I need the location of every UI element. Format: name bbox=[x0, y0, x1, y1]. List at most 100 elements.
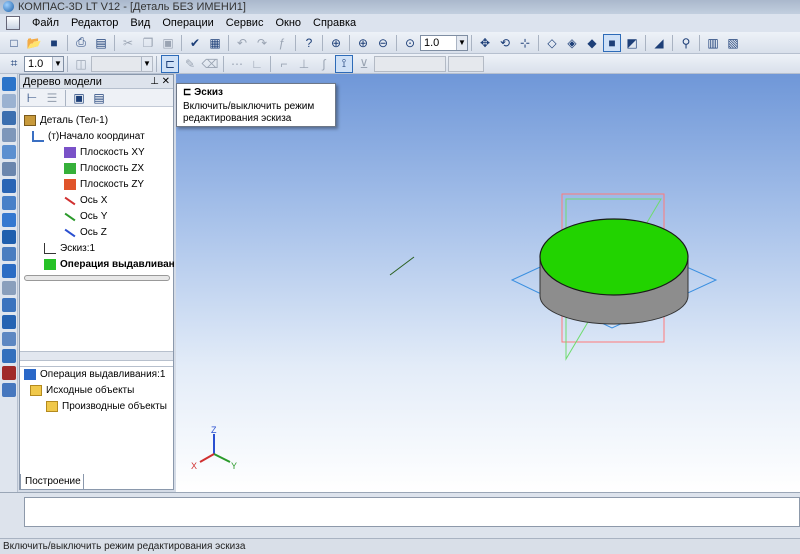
tree-node-axis-z[interactable]: Ось Z bbox=[64, 225, 107, 240]
relations-node-operation[interactable]: Операция выдавливания:1 bbox=[24, 367, 165, 382]
zoom-combo[interactable]: 1.0 ▼ bbox=[420, 34, 468, 51]
tree-node-axis-y[interactable]: Ось Y bbox=[64, 209, 107, 224]
relations-node-source[interactable]: Исходные объекты bbox=[30, 383, 134, 398]
layer-combo[interactable]: ▼ bbox=[91, 55, 153, 72]
tree-structure-icon[interactable]: ☰ bbox=[43, 89, 61, 107]
context-help-icon[interactable]: ? bbox=[300, 34, 318, 52]
properties-bar[interactable] bbox=[24, 497, 800, 527]
thin-lines-icon[interactable]: ◆ bbox=[583, 34, 601, 52]
curve-icon[interactable]: ∫ bbox=[315, 55, 333, 73]
wireframe-icon[interactable]: ◇ bbox=[543, 34, 561, 52]
local-cs-icon[interactable]: ∟ bbox=[248, 55, 266, 73]
coordinates-icon[interactable]: ⊻ bbox=[355, 55, 373, 73]
new-file-icon[interactable]: □ bbox=[5, 34, 23, 52]
close-icon[interactable]: ✕ bbox=[162, 75, 170, 89]
save-icon[interactable]: ■ bbox=[45, 34, 63, 52]
tree-node-sketch[interactable]: Эскиз:1 bbox=[44, 241, 95, 256]
specification-icon[interactable] bbox=[2, 315, 16, 329]
pin-icon[interactable]: ⊥ bbox=[150, 75, 159, 89]
ortho-icon[interactable]: ⌐ bbox=[275, 55, 293, 73]
perspective-icon[interactable]: ◢ bbox=[650, 34, 668, 52]
eraser-icon[interactable]: ⌫ bbox=[201, 55, 219, 73]
assembly-icon[interactable] bbox=[2, 298, 16, 312]
editing-icon[interactable] bbox=[2, 111, 16, 125]
measure-icon[interactable] bbox=[2, 162, 16, 176]
tree-node-plane-xy[interactable]: Плоскость XY bbox=[64, 145, 145, 160]
aux-geometry-icon[interactable] bbox=[2, 264, 16, 278]
extrude-icon[interactable] bbox=[2, 179, 16, 193]
properties-icon[interactable]: ✔ bbox=[186, 34, 204, 52]
print-preview-icon[interactable]: ⎙ bbox=[72, 34, 90, 52]
zoom-out-icon[interactable]: ⊖ bbox=[374, 34, 392, 52]
copy-icon[interactable]: ❐ bbox=[139, 34, 157, 52]
sketch-icon[interactable]: ⊏ bbox=[161, 54, 179, 73]
edit-sketch-icon[interactable]: ✎ bbox=[181, 55, 199, 73]
reports-icon[interactable] bbox=[2, 332, 16, 346]
panel-splitter[interactable] bbox=[20, 351, 173, 361]
array-icon[interactable] bbox=[2, 213, 16, 227]
view-panel-icon[interactable] bbox=[2, 77, 16, 91]
tree-node-origin[interactable]: (т)Начало координат bbox=[32, 129, 145, 144]
zoom-window-icon[interactable]: ⊕ bbox=[327, 34, 345, 52]
menu-edit[interactable]: Редактор bbox=[65, 14, 124, 32]
parametric-icon[interactable]: ⟟ bbox=[335, 54, 353, 73]
shaded-icon[interactable]: ■ bbox=[603, 33, 621, 52]
pan-icon[interactable]: ✥ bbox=[476, 34, 494, 52]
coord-y-field[interactable] bbox=[448, 55, 484, 72]
geometry-icon[interactable] bbox=[2, 94, 16, 108]
redo-icon[interactable]: ↷ bbox=[253, 34, 271, 52]
tree-scrollbar[interactable] bbox=[24, 275, 170, 281]
dimensions-icon[interactable] bbox=[2, 128, 16, 142]
orientation-icon[interactable]: ⊹ bbox=[516, 34, 534, 52]
menu-file[interactable]: Файл bbox=[26, 14, 65, 32]
spatial-curves-icon[interactable] bbox=[2, 247, 16, 261]
zoom-in-icon[interactable]: ⊕ bbox=[354, 34, 372, 52]
tree-node-part[interactable]: Деталь (Тел-1) bbox=[24, 113, 108, 128]
zoom-scale-icon[interactable]: ⊙ bbox=[401, 34, 419, 52]
grid-step-icon[interactable]: ⌗ bbox=[5, 55, 23, 73]
filter-icon[interactable]: ⚲ bbox=[677, 34, 695, 52]
rotate-icon[interactable]: ⟲ bbox=[496, 34, 514, 52]
cut-icon[interactable]: ✂ bbox=[119, 34, 137, 52]
snap-icon[interactable]: ⊥ bbox=[295, 55, 313, 73]
print-icon[interactable]: ▤ bbox=[92, 34, 110, 52]
layer-icon[interactable]: ◫ bbox=[72, 55, 90, 73]
symbols-icon[interactable] bbox=[2, 383, 16, 397]
shaded-edges-icon[interactable]: ◩ bbox=[623, 34, 641, 52]
tree-display-icon[interactable]: ▤ bbox=[90, 89, 108, 107]
step-combo[interactable]: 1.0 ▼ bbox=[24, 55, 64, 72]
tree-relations-icon[interactable]: ▣ bbox=[70, 89, 88, 107]
tab-construction[interactable]: Построение bbox=[20, 474, 84, 490]
menu-view[interactable]: Вид bbox=[124, 14, 156, 32]
chevron-down-icon[interactable]: ▼ bbox=[52, 56, 63, 71]
cut-extrude-icon[interactable] bbox=[2, 196, 16, 210]
diagnostics-icon[interactable] bbox=[2, 366, 16, 380]
model-viewport[interactable] bbox=[176, 74, 800, 492]
relations-node-derived[interactable]: Производные объекты bbox=[46, 399, 167, 414]
grid-icon[interactable]: ⋯ bbox=[228, 55, 246, 73]
hidden-lines-icon[interactable]: ◈ bbox=[563, 34, 581, 52]
menu-operations[interactable]: Операции bbox=[156, 14, 219, 32]
tree-node-plane-zx[interactable]: Плоскость ZX bbox=[64, 161, 144, 176]
chevron-down-icon[interactable]: ▼ bbox=[456, 35, 467, 50]
menu-window[interactable]: Окно bbox=[269, 14, 307, 32]
open-file-icon[interactable]: 📂 bbox=[25, 34, 43, 52]
tree-node-axis-x[interactable]: Ось X bbox=[64, 193, 107, 208]
elements-icon[interactable] bbox=[2, 349, 16, 363]
menu-service[interactable]: Сервис bbox=[220, 14, 270, 32]
tree-node-extrusion[interactable]: Операция выдавливан bbox=[44, 257, 175, 272]
menu-help[interactable]: Справка bbox=[307, 14, 362, 32]
tree-order-icon[interactable]: ⊢ bbox=[23, 89, 41, 107]
surface-icon[interactable] bbox=[2, 230, 16, 244]
drawing-icon[interactable]: ▥ bbox=[704, 34, 722, 52]
chevron-down-icon[interactable]: ▼ bbox=[141, 56, 152, 71]
document-icon[interactable] bbox=[6, 16, 20, 30]
fragment-icon[interactable]: ▧ bbox=[724, 34, 742, 52]
tree-node-plane-zy[interactable]: Плоскость ZY bbox=[64, 177, 144, 192]
variables-icon[interactable]: ƒ bbox=[273, 34, 291, 52]
manager-icon[interactable]: ▦ bbox=[206, 34, 224, 52]
filters-icon[interactable] bbox=[2, 145, 16, 159]
undo-icon[interactable]: ↶ bbox=[233, 34, 251, 52]
coord-x-field[interactable] bbox=[374, 55, 446, 72]
paste-icon[interactable]: ▣ bbox=[159, 34, 177, 52]
